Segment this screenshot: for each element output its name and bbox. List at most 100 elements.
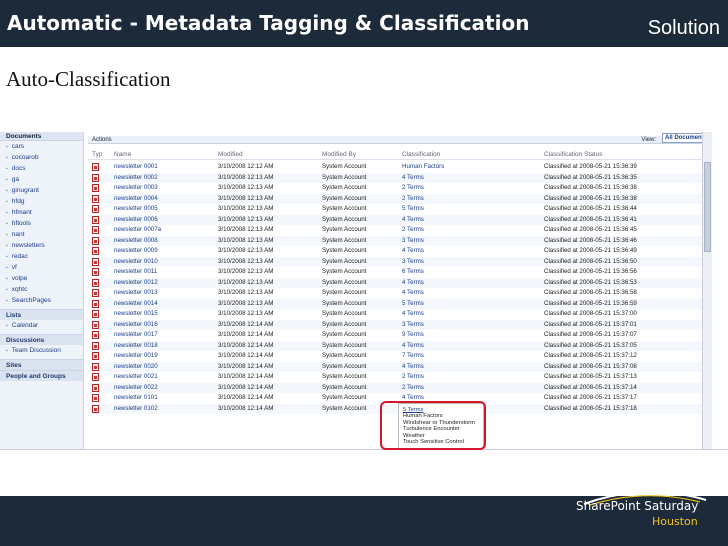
quick-launch-item[interactable]: nant [0, 229, 83, 240]
quick-launch-item[interactable]: hfmant [0, 207, 83, 218]
quick-launch-item[interactable]: docs [0, 163, 83, 174]
quick-launch-item-team-discussion[interactable]: Team Discussion [0, 345, 83, 356]
table-row[interactable]: newsletter 0005 3/10/2008 12:13 AM System … [88, 204, 712, 215]
quick-launch-item[interactable]: ga [0, 174, 83, 185]
table-row[interactable]: newsletter 0008 3/10/2008 12:13 AM System … [88, 235, 712, 247]
document-name-link[interactable]: newsletter 0006 [114, 215, 204, 226]
document-name-link[interactable]: newsletter 0021 [114, 372, 204, 383]
classification-link[interactable]: 3 Terms [402, 257, 542, 268]
classification-link[interactable]: 5 Terms [402, 204, 542, 215]
table-row[interactable]: newsletter 0009 3/10/2008 12:13 AM System … [88, 246, 712, 257]
table-row[interactable]: newsletter 0015 3/10/2008 12:13 AM System … [88, 309, 712, 320]
quick-launch-item[interactable]: SearchPages [0, 295, 83, 306]
table-row[interactable]: newsletter 0013 3/10/2008 12:13 AM System … [88, 288, 712, 299]
document-name-link[interactable]: newsletter 0022 [114, 383, 204, 394]
column-header-modified[interactable]: Modified [218, 150, 318, 160]
table-row[interactable]: newsletter 0022 3/10/2008 12:14 AM System … [88, 382, 712, 394]
classification-link[interactable]: 4 Terms [402, 246, 542, 257]
discussions-header[interactable]: Discussions [0, 334, 83, 345]
quick-launch-item[interactable]: cars [0, 141, 83, 152]
classification-link[interactable]: 2 Terms [402, 183, 542, 194]
scrollbar-thumb[interactable] [704, 162, 711, 252]
document-name-link[interactable]: newsletter 0101 [114, 393, 204, 404]
actions-menu[interactable]: Actions [92, 136, 112, 144]
classification-link[interactable]: 2 Terms [402, 194, 542, 205]
document-name-link[interactable]: newsletter 0018 [114, 341, 204, 352]
table-row[interactable]: newsletter 0018 3/10/2008 12:14 AM System … [88, 340, 712, 352]
classification-link[interactable]: 7 Terms [402, 351, 542, 362]
classification-link[interactable]: 4 Terms [402, 278, 542, 289]
classification-link[interactable]: 2 Terms [402, 372, 542, 383]
column-header-name[interactable]: Name [114, 150, 204, 160]
document-name-link[interactable]: newsletter 0005 [114, 204, 204, 215]
table-row[interactable]: newsletter 0007a 3/10/2008 12:13 AM System… [88, 225, 712, 236]
quick-launch-item[interactable]: hfdg [0, 196, 83, 207]
document-name-link[interactable]: newsletter 0017 [114, 330, 204, 341]
classification-link[interactable]: 4 Terms [402, 341, 542, 352]
table-row[interactable]: newsletter 0012 3/10/2008 12:13 AM System … [88, 277, 712, 289]
document-name-link[interactable]: newsletter 0014 [114, 299, 204, 310]
document-name-link[interactable]: newsletter 0019 [114, 351, 204, 362]
document-name-link[interactable]: newsletter 0016 [114, 320, 204, 331]
classification-link[interactable]: 4 Terms [402, 215, 542, 226]
table-row[interactable]: newsletter 0014 3/10/2008 12:13 AM System … [88, 298, 712, 310]
document-name-link[interactable]: newsletter 0011 [114, 267, 204, 278]
classification-link[interactable]: 6 Terms [402, 267, 542, 278]
column-header-type[interactable]: Type [92, 150, 102, 160]
classification-link[interactable]: 5 Terms [402, 299, 542, 310]
quick-launch-item[interactable]: ginugrant [0, 185, 83, 196]
document-name-link[interactable]: newsletter 0009 [114, 246, 204, 257]
lists-header[interactable]: Lists [0, 309, 83, 320]
column-header-classification-status[interactable]: Classification Status [544, 150, 694, 160]
quick-launch-item-calendar[interactable]: Calendar [0, 320, 83, 331]
classification-link[interactable]: Human Factors [402, 162, 542, 173]
document-name-link[interactable]: newsletter 0001 [114, 162, 204, 173]
table-row[interactable]: newsletter 0010 3/10/2008 12:13 AM System … [88, 256, 712, 268]
document-name-link[interactable]: newsletter 0004 [114, 194, 204, 205]
document-name-link[interactable]: newsletter 0002 [114, 173, 204, 184]
column-header-classification[interactable]: Classification [402, 150, 542, 160]
document-name-link[interactable]: newsletter 0008 [114, 236, 204, 247]
table-row[interactable]: newsletter 0004 3/10/2008 12:13 AM System … [88, 193, 712, 205]
sites-header[interactable]: Sites [0, 359, 83, 370]
document-name-link[interactable]: newsletter 0015 [114, 309, 204, 320]
classification-link[interactable]: 2 Terms [402, 383, 542, 394]
classification-link[interactable]: 4 Terms [402, 173, 542, 184]
quick-launch-item[interactable]: volpe [0, 273, 83, 284]
classification-link[interactable]: 3 Terms [402, 236, 542, 247]
classification-link[interactable]: 4 Terms [402, 362, 542, 373]
classification-link[interactable]: 9 Terms [402, 330, 542, 341]
column-header-modified-by[interactable]: Modified By [322, 150, 402, 160]
modified-by-cell: System Account [322, 341, 367, 349]
table-row[interactable]: newsletter 0002 3/10/2008 12:13 AM System … [88, 172, 712, 184]
people-and-groups-header[interactable]: People and Groups [0, 370, 83, 381]
classification-link[interactable]: 4 Terms [402, 309, 542, 320]
table-row[interactable]: newsletter 0001 3/10/2008 12:12 AM System … [88, 162, 712, 173]
document-name-link[interactable]: newsletter 0013 [114, 288, 204, 299]
document-name-link[interactable]: newsletter 0012 [114, 278, 204, 289]
table-row[interactable]: newsletter 0011 3/10/2008 12:13 AM System … [88, 267, 712, 278]
document-name-link[interactable]: newsletter 0003 [114, 183, 204, 194]
vertical-scrollbar[interactable] [702, 132, 712, 449]
sharepoint-saturday-logo: SharePoint Saturday Houston [576, 486, 714, 542]
quick-launch-item[interactable]: vf [0, 262, 83, 273]
table-row[interactable]: newsletter 0019 3/10/2008 12:14 AM System … [88, 351, 712, 362]
classification-link[interactable]: 3 Terms [402, 320, 542, 331]
table-row[interactable]: newsletter 0021 3/10/2008 12:14 AM System … [88, 372, 712, 383]
quick-launch-item[interactable]: xqhtc [0, 284, 83, 295]
quick-launch-item[interactable]: hftools [0, 218, 83, 229]
document-name-link[interactable]: newsletter 0010 [114, 257, 204, 268]
table-row[interactable]: newsletter 0006 3/10/2008 12:13 AM System … [88, 214, 712, 226]
document-name-link[interactable]: newsletter 0102 [114, 404, 204, 415]
table-row[interactable]: newsletter 0003 3/10/2008 12:13 AM System … [88, 183, 712, 194]
quick-launch-item[interactable]: newsletters [0, 240, 83, 251]
table-row[interactable]: newsletter 0020 3/10/2008 12:14 AM System … [88, 361, 712, 373]
document-name-link[interactable]: newsletter 0007a [114, 225, 204, 236]
quick-launch-item[interactable]: cocoarob [0, 152, 83, 163]
table-row[interactable]: newsletter 0016 3/10/2008 12:14 AM System … [88, 319, 712, 331]
classification-link[interactable]: 4 Terms [402, 288, 542, 299]
quick-launch-item[interactable]: redac [0, 251, 83, 262]
classification-link[interactable]: 2 Terms [402, 225, 542, 236]
table-row[interactable]: newsletter 0017 3/10/2008 12:14 AM System … [88, 330, 712, 341]
document-name-link[interactable]: newsletter 0020 [114, 362, 204, 373]
